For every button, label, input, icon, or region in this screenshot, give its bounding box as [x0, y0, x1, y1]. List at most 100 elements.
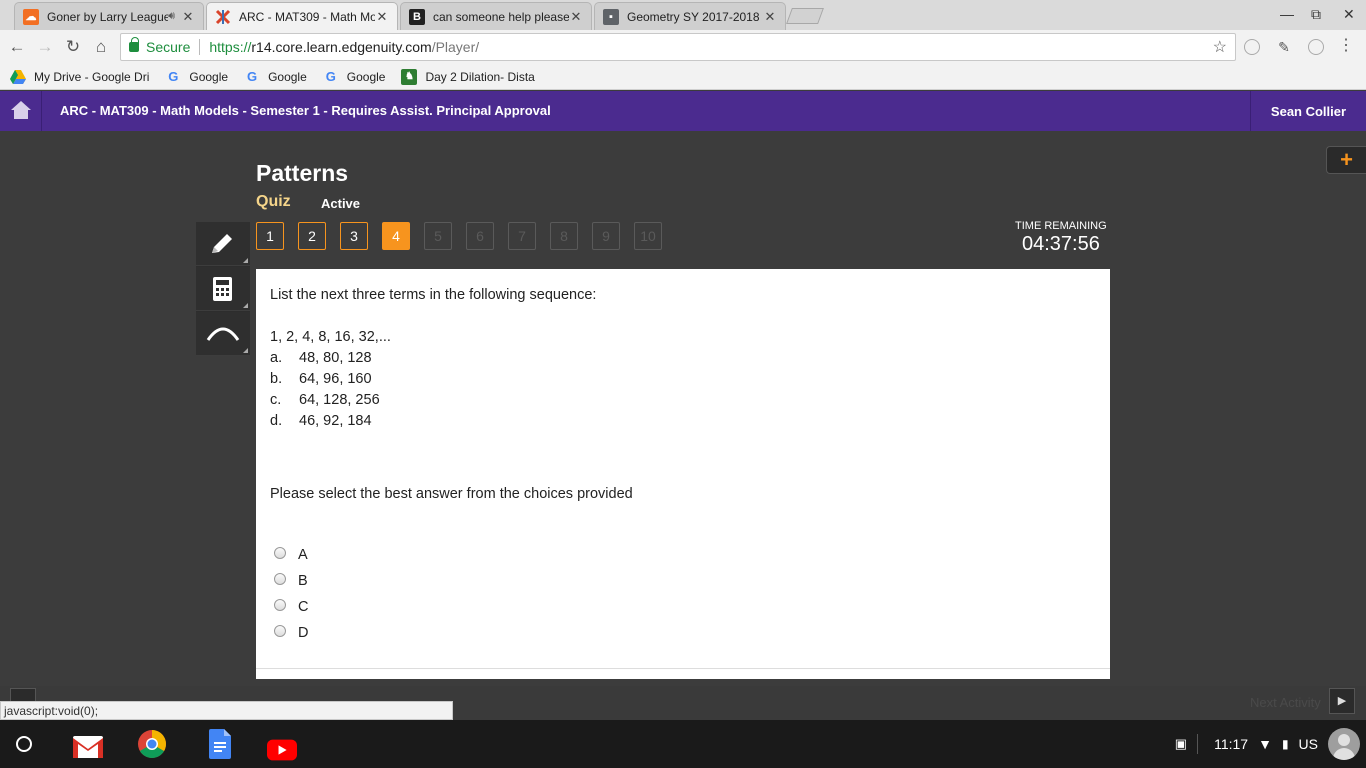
radio-button-b[interactable]: [274, 573, 286, 585]
close-tab-icon[interactable]: ✕: [375, 9, 389, 25]
choice-b: b. 64, 96, 160: [270, 371, 380, 392]
close-window-icon[interactable]: ✕: [1343, 6, 1355, 23]
docs-icon[interactable]: [205, 729, 235, 759]
question-number-4[interactable]: 4: [382, 222, 410, 250]
next-activity-button[interactable]: ▶: [1329, 688, 1355, 714]
close-tab-icon[interactable]: ✕: [569, 9, 583, 25]
answer-choices: a. 48, 80, 128 b. 64, 96, 160 c. 64, 128…: [270, 350, 380, 434]
reload-icon[interactable]: ↻: [62, 36, 84, 58]
address-bar[interactable]: Secure https:// r14.core.learn.edgenuity…: [120, 33, 1236, 61]
tab-arc-mat309[interactable]: ARC - MAT309 - Math Models ✕: [206, 2, 398, 31]
choice-letter: d.: [270, 413, 283, 429]
question-number-3[interactable]: 3: [340, 222, 368, 250]
pencil-tool-button[interactable]: [196, 222, 250, 266]
wifi-icon: ▼: [1258, 736, 1272, 752]
input-method[interactable]: US: [1299, 736, 1318, 752]
tab-brainly[interactable]: B can someone help please ✕: [400, 2, 592, 30]
course-title: ARC - MAT309 - Math Models - Semester 1 …: [60, 103, 551, 118]
choice-text: 46, 92, 184: [299, 413, 372, 429]
bookmark-my-drive[interactable]: My Drive - Google Dri: [10, 69, 149, 85]
extension-icon[interactable]: [1308, 39, 1324, 55]
option-b[interactable]: B: [274, 566, 308, 592]
home-icon: [11, 101, 31, 119]
choice-text: 64, 128, 256: [299, 392, 380, 408]
close-tab-icon[interactable]: ✕: [181, 9, 195, 25]
bookmark-label: Google: [268, 69, 307, 84]
brainly-icon: B: [409, 8, 425, 25]
expand-plus-button[interactable]: +: [1326, 146, 1366, 174]
battery-icon: ▮: [1281, 737, 1289, 751]
youtube-icon[interactable]: [267, 735, 297, 765]
speaker-icon[interactable]: 🔊︎: [168, 10, 175, 23]
choice-d: d. 46, 92, 184: [270, 413, 380, 434]
dilation-icon: ♞: [401, 68, 418, 85]
back-icon[interactable]: ←: [6, 36, 28, 58]
option-label[interactable]: C: [298, 599, 308, 615]
extension-feather-icon[interactable]: ✎: [1273, 36, 1295, 58]
browser-toolbar: ← → ↻ ⌂ Secure https:// r14.core.learn.e…: [0, 30, 1366, 64]
choice-text: 64, 96, 160: [299, 371, 372, 387]
bookmark-google[interactable]: G Google: [165, 69, 228, 85]
forward-icon[interactable]: →: [34, 36, 56, 58]
home-icon[interactable]: ⌂: [90, 36, 112, 58]
time-remaining-label: TIME REMAINING: [1015, 220, 1107, 232]
option-label[interactable]: D: [298, 625, 308, 641]
clock[interactable]: 11:17: [1214, 736, 1248, 752]
extension-icon[interactable]: [1244, 39, 1260, 55]
choice-c: c. 64, 128, 256: [270, 392, 380, 413]
radio-button-c[interactable]: [274, 599, 286, 611]
google-icon: G: [325, 69, 336, 84]
tab-title: Geometry SY 2017-2018: [627, 9, 760, 24]
option-label[interactable]: B: [298, 573, 308, 589]
pencil-icon: [212, 234, 232, 253]
tab-geometry[interactable]: ▪ Geometry SY 2017-2018 ✕: [594, 2, 786, 30]
option-c[interactable]: C: [274, 592, 308, 618]
tab-strip: ☁ Goner by Larry League 🔊︎ ✕ ARC - MAT30…: [0, 0, 1366, 31]
chrome-icon[interactable]: [137, 729, 167, 759]
option-a[interactable]: A: [274, 540, 308, 566]
graph-tool-button[interactable]: [196, 312, 250, 356]
close-tab-icon[interactable]: ✕: [763, 9, 777, 25]
tab-title: can someone help please: [433, 9, 569, 24]
answer-options: A B C D: [274, 540, 308, 644]
tool-panel: [196, 222, 250, 356]
question-number-2[interactable]: 2: [298, 222, 326, 250]
restore-icon[interactable]: ⧉: [1311, 6, 1321, 23]
question-navigator: 1 2 3 4 5 6 7 8 9 10: [256, 222, 676, 250]
question-number-1[interactable]: 1: [256, 222, 284, 250]
google-icon: G: [247, 69, 258, 84]
bookmark-label: Day 2 Dilation- Dista: [425, 69, 535, 84]
user-menu[interactable]: Sean Collier: [1250, 91, 1366, 131]
screenshot-icon[interactable]: ▣: [1175, 736, 1187, 752]
question-number-10: 10: [634, 222, 662, 250]
new-tab-button[interactable]: [786, 8, 824, 24]
url-host: r14.core.learn.edgenuity.com: [251, 39, 432, 55]
tab-title: ARC - MAT309 - Math Models: [239, 10, 375, 24]
radio-button-a[interactable]: [274, 547, 286, 559]
option-d[interactable]: D: [274, 618, 308, 644]
gmail-icon[interactable]: [73, 732, 103, 762]
question-number-5: 5: [424, 222, 452, 250]
tab-goner[interactable]: ☁ Goner by Larry League 🔊︎ ✕: [14, 2, 204, 30]
option-label[interactable]: A: [298, 547, 308, 563]
home-button[interactable]: [0, 91, 42, 131]
bookmark-star-icon[interactable]: ☆: [1213, 37, 1227, 57]
minimize-icon[interactable]: —: [1280, 6, 1294, 22]
bookmark-google[interactable]: G Google: [244, 69, 307, 85]
calculator-tool-button[interactable]: [196, 267, 250, 311]
avatar[interactable]: [1328, 728, 1360, 760]
bookmark-google[interactable]: G Google: [323, 69, 386, 85]
answer-prompt: Please select the best answer from the c…: [270, 486, 633, 502]
next-activity-label[interactable]: Next Activity: [1250, 695, 1321, 710]
bookmark-label: My Drive - Google Dri: [34, 69, 150, 84]
question-number-9: 9: [592, 222, 620, 250]
question-sequence: 1, 2, 4, 8, 16, 32,...: [270, 329, 391, 345]
secure-label: Secure: [146, 39, 191, 55]
chrome-menu-icon[interactable]: ⋮: [1338, 38, 1354, 54]
edgenuity-icon: [215, 9, 231, 25]
bookmark-day2-dilation[interactable]: ♞ Day 2 Dilation- Dista: [401, 68, 535, 85]
launcher-icon[interactable]: [16, 736, 32, 752]
radio-button-d[interactable]: [274, 625, 286, 637]
status-tray[interactable]: ▣ 11:17 ▼ ▮ US: [1175, 720, 1366, 768]
drive-icon: [10, 69, 26, 85]
